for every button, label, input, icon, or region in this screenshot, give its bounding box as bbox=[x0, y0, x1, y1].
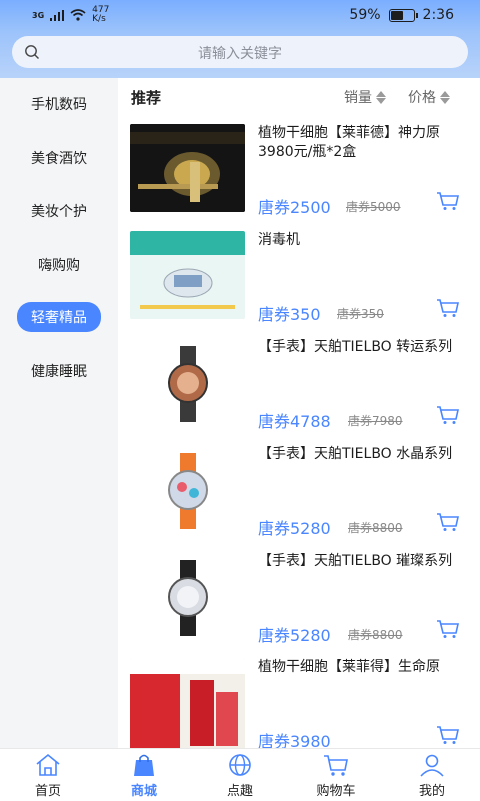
product-name: 消毒机 bbox=[258, 232, 300, 248]
header: 请输入关键字 bbox=[0, 32, 480, 78]
product-price: 唐券2500 bbox=[258, 198, 331, 217]
product-price: 唐券350 bbox=[258, 305, 321, 324]
wifi-icon bbox=[70, 9, 86, 21]
cart-icon bbox=[324, 755, 348, 776]
clock: 2:36 bbox=[422, 7, 454, 23]
shopping-bag-icon bbox=[134, 754, 154, 776]
add-to-cart-icon[interactable] bbox=[436, 619, 460, 639]
globe-icon bbox=[229, 754, 251, 776]
sort-title: 推荐 bbox=[131, 89, 162, 107]
product-name: 植物干细胞【莱菲德】神力原3980元/瓶*2盒 bbox=[258, 125, 440, 160]
sort-sales-button[interactable]: 销量 bbox=[344, 87, 386, 107]
add-to-cart-icon[interactable] bbox=[436, 725, 460, 745]
add-to-cart-icon[interactable] bbox=[436, 512, 460, 532]
product-price: 唐券3980 bbox=[258, 732, 331, 748]
battery-percent: 59% bbox=[349, 7, 381, 23]
nav-cart[interactable]: 购物车 bbox=[288, 749, 384, 801]
sidebar-item-digital[interactable]: 手机数码 bbox=[0, 94, 118, 114]
sort-arrows-icon bbox=[376, 90, 386, 104]
product-old-price: 唐券8800 bbox=[348, 628, 403, 642]
home-icon bbox=[36, 753, 60, 776]
product-image bbox=[130, 338, 245, 426]
network-speed-unit: K/s bbox=[92, 14, 106, 24]
sort-price-button[interactable]: 价格 bbox=[408, 87, 450, 107]
product-image bbox=[130, 231, 245, 319]
product-list: 推荐 销量 价格 植物干细胞【莱菲德】神力原3980元/瓶*2盒 唐券2500 … bbox=[118, 78, 480, 748]
nav-mall[interactable]: 商城 bbox=[96, 749, 192, 801]
add-to-cart-icon[interactable] bbox=[436, 405, 460, 425]
sidebar-item-haigougou[interactable]: 嗨购购 bbox=[0, 255, 118, 275]
signal-icon bbox=[50, 9, 65, 21]
product-price: 唐券5280 bbox=[258, 519, 331, 538]
product-price: 唐券4788 bbox=[258, 412, 331, 431]
product-price: 唐券5280 bbox=[258, 626, 331, 645]
product-image bbox=[130, 658, 245, 748]
nav-mine[interactable]: 我的 bbox=[384, 749, 480, 801]
search-input[interactable]: 请输入关键字 bbox=[12, 36, 468, 68]
user-icon bbox=[420, 754, 444, 777]
product-image bbox=[130, 445, 245, 533]
sidebar-item-luxury[interactable]: 轻奢精品 bbox=[0, 302, 118, 332]
product-old-price: 唐券7980 bbox=[348, 414, 403, 428]
product-name: 【手表】天舶TIELBO 璀璨系列 bbox=[258, 553, 453, 569]
add-to-cart-icon[interactable] bbox=[436, 298, 460, 318]
battery-icon bbox=[388, 8, 418, 22]
product-item[interactable]: 【手表】天舶TIELBO 璀璨系列 唐券5280 唐券8800 bbox=[118, 552, 480, 659]
product-item[interactable]: 植物干细胞【莱菲德】神力原3980元/瓶*2盒 唐券2500 唐券5000 bbox=[118, 124, 480, 231]
product-image bbox=[130, 124, 245, 212]
sidebar-item-beauty[interactable]: 美妆个护 bbox=[0, 201, 118, 221]
product-old-price: 唐券8800 bbox=[348, 521, 403, 535]
product-item[interactable]: 【手表】天舶TIELBO 转运系列 唐券4788 唐券7980 bbox=[118, 338, 480, 445]
product-old-price: 唐券350 bbox=[337, 307, 384, 321]
search-placeholder: 请输入关键字 bbox=[198, 46, 282, 62]
product-old-price: 唐券5000 bbox=[346, 200, 401, 214]
product-name: 植物干细胞【莱菲得】生命原 bbox=[258, 659, 440, 675]
nav-dianqu[interactable]: 点趣 bbox=[192, 749, 288, 801]
product-item[interactable]: 【手表】天舶TIELBO 水晶系列 唐券5280 唐券8800 bbox=[118, 445, 480, 552]
status-bar: 3G 477 K/s 59% 2:36 bbox=[0, 0, 480, 32]
product-item[interactable]: 消毒机 唐券350 唐券350 bbox=[118, 231, 480, 338]
nav-home[interactable]: 首页 bbox=[0, 749, 96, 801]
product-item[interactable]: 植物干细胞【莱菲得】生命原 唐券3980 bbox=[118, 658, 480, 748]
product-name: 【手表】天舶TIELBO 转运系列 bbox=[258, 339, 453, 355]
network-indicator: 3G bbox=[32, 10, 45, 20]
sort-arrows-icon bbox=[440, 90, 450, 104]
sidebar-item-health[interactable]: 健康睡眠 bbox=[0, 361, 118, 381]
category-sidebar: 手机数码 美食酒饮 美妆个护 嗨购购 轻奢精品 健康睡眠 bbox=[0, 78, 118, 748]
product-image bbox=[130, 552, 245, 640]
product-name: 【手表】天舶TIELBO 水晶系列 bbox=[258, 446, 453, 462]
sidebar-item-food[interactable]: 美食酒饮 bbox=[0, 148, 118, 168]
bottom-nav: 首页 商城 点趣 购物车 我的 bbox=[0, 748, 480, 800]
add-to-cart-icon[interactable] bbox=[436, 191, 460, 211]
sort-bar: 推荐 销量 价格 bbox=[118, 78, 480, 112]
